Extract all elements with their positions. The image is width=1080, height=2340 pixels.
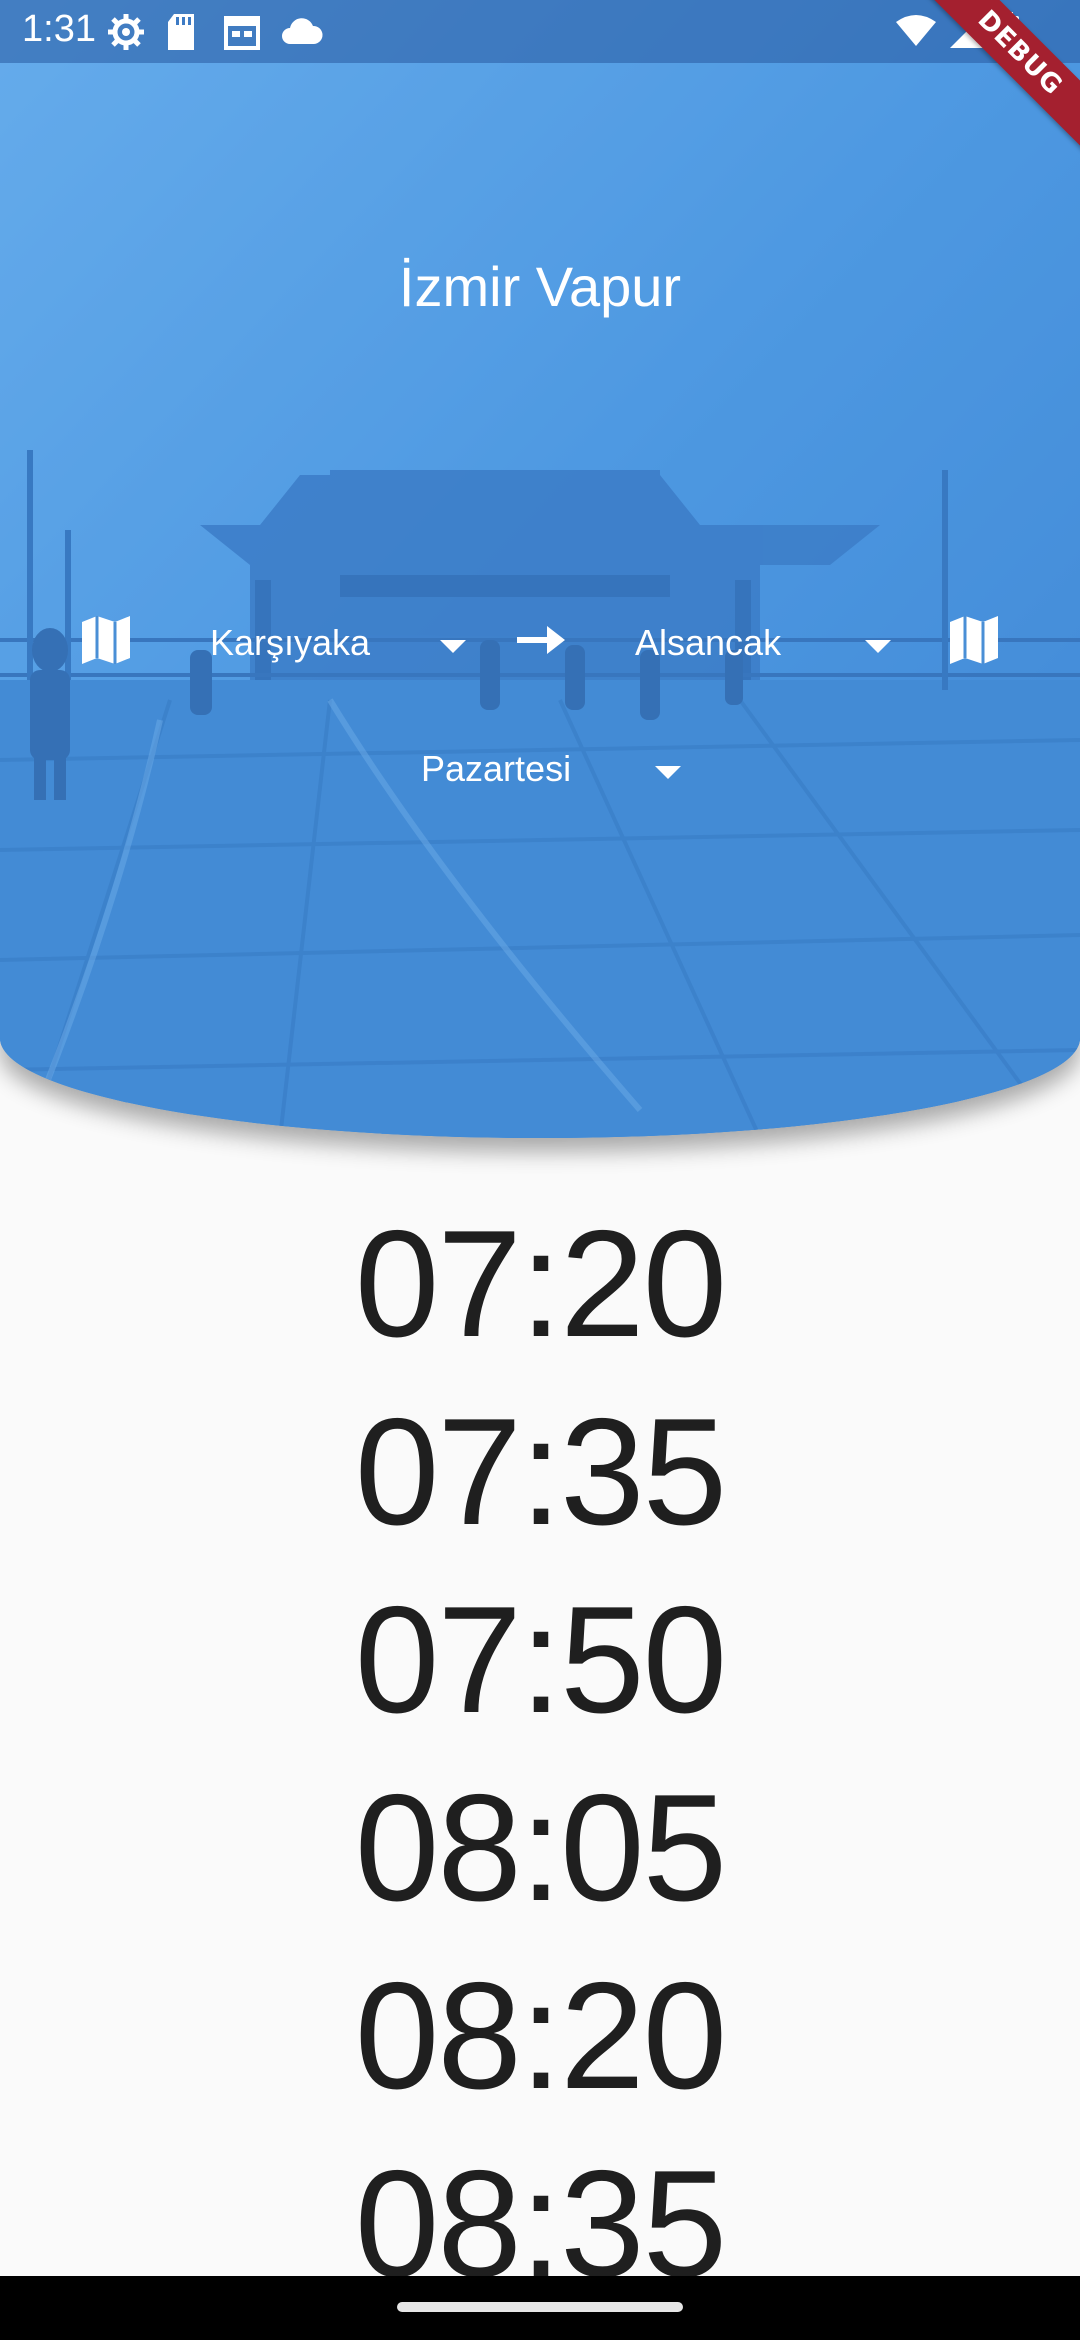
chevron-down-icon	[865, 640, 891, 653]
app-title: İzmir Vapur	[398, 255, 682, 318]
calendar-icon	[222, 12, 266, 52]
cloud-icon	[280, 12, 324, 52]
day-dropdown[interactable]: Pazartesi	[421, 740, 689, 800]
status-bar: 1:31	[0, 0, 1080, 63]
screen: 1:31 DEBUG İzmir Vapur Karşıyaka Alsanca…	[0, 0, 1080, 2340]
to-pier-dropdown[interactable]: Alsancak	[635, 614, 897, 674]
status-icons-left	[106, 12, 324, 52]
to-pier-value: Alsancak	[635, 622, 782, 663]
from-pier-value: Karşıyaka	[210, 622, 371, 663]
list-item: 08:05	[354, 1763, 727, 1933]
status-time: 1:31	[22, 8, 96, 50]
header: 1:31 DEBUG İzmir Vapur Karşıyaka Alsanca…	[0, 0, 1080, 1138]
settings-icon	[106, 12, 150, 52]
chevron-down-icon	[440, 640, 466, 653]
wifi-icon	[896, 14, 936, 52]
list-item: 07:20	[354, 1199, 727, 1369]
sd-card-icon	[164, 12, 208, 52]
map-icon[interactable]	[80, 616, 132, 664]
list-item: 08:20	[354, 1951, 727, 2121]
home-handle[interactable]	[397, 2302, 683, 2312]
day-value: Pazartesi	[421, 748, 572, 789]
list-item: 07:35	[354, 1387, 727, 1557]
departure-times-list[interactable]: 07:20 07:35 07:50 08:05 08:20 08:35	[0, 1190, 1080, 2318]
navigation-bar	[0, 2276, 1080, 2340]
chevron-down-icon	[655, 766, 681, 779]
list-item: 07:50	[354, 1575, 727, 1745]
arrow-right-icon	[517, 626, 565, 654]
pier-background-image	[0, 0, 1080, 1138]
from-pier-dropdown[interactable]: Karşıyaka	[210, 614, 472, 674]
map-icon[interactable]	[948, 616, 1000, 664]
